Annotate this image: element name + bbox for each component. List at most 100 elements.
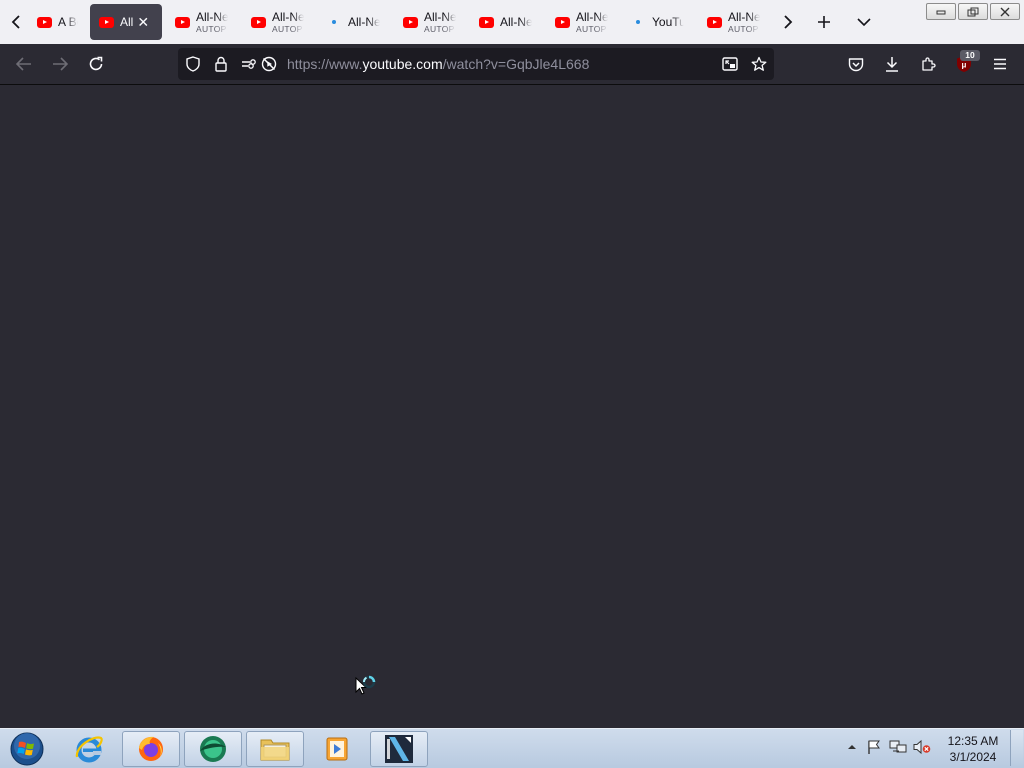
- tab-fade: [292, 4, 304, 40]
- screen: A Bea All ✕ All-NeAUTOP All-NeAUTOP All-Ne All…: [0, 0, 1024, 768]
- close-icon: [1000, 7, 1010, 16]
- close-tab-icon[interactable]: ✕: [137, 14, 149, 31]
- arrow-right-icon: [53, 57, 68, 71]
- flag-icon: [868, 740, 880, 754]
- browser-tab[interactable]: All-Ne AUTOP: [242, 4, 304, 40]
- svg-text:μ: μ: [962, 61, 967, 70]
- url-text[interactable]: https://www.youtube.com/watch?v=GqbJle4L…: [287, 48, 589, 80]
- tab-fade: [368, 4, 380, 40]
- chevron-right-icon: [784, 15, 793, 29]
- youtube-icon: [98, 14, 114, 30]
- restore-button[interactable]: [958, 3, 988, 20]
- download-icon: [886, 57, 898, 72]
- browser-tab[interactable]: All-Ne AUTOP: [546, 4, 608, 40]
- tab-fade: [596, 4, 608, 40]
- url-path: /watch?v=GqbJle4L668: [442, 56, 590, 72]
- clock-date: 3/1/2024: [949, 750, 997, 764]
- bookmark-star-icon[interactable]: [745, 48, 773, 80]
- chevron-down-icon: [857, 18, 871, 27]
- picture-in-picture-icon[interactable]: [716, 48, 744, 80]
- list-all-tabs-button[interactable]: [848, 4, 880, 40]
- puzzle-piece-icon: [922, 57, 936, 71]
- autoplay-blocked-icon[interactable]: [255, 48, 283, 80]
- browser-tab[interactable]: A Bea: [28, 4, 78, 40]
- browser-tab[interactable]: All ✕: [90, 4, 162, 40]
- taskbar-firefox[interactable]: [122, 731, 180, 767]
- hamburger-menu-icon: [994, 58, 1006, 70]
- youtube-icon: [36, 14, 52, 30]
- taskbar-file-explorer[interactable]: [246, 731, 304, 767]
- tab-list: A Bea All ✕ All-NeAUTOP All-NeAUTOP All-Ne All…: [28, 4, 772, 40]
- tab-fade: [216, 4, 228, 40]
- lock-icon[interactable]: [207, 48, 235, 80]
- minimize-icon: [936, 10, 946, 14]
- youtube-icon: [174, 14, 190, 30]
- action-center-tray[interactable]: [865, 736, 883, 758]
- arrow-left-icon: [16, 57, 31, 71]
- taskbar-clock[interactable]: 12:35 AM 3/1/2024: [940, 733, 1006, 765]
- folder-icon: [260, 739, 290, 761]
- windows-start-orb-icon: [10, 732, 44, 766]
- tracking-protection-shield-icon[interactable]: [179, 48, 207, 80]
- clock-time: 12:35 AM: [947, 734, 999, 748]
- url-prefix: https://www.: [287, 56, 363, 72]
- media-player-icon: [326, 737, 348, 761]
- youtube-icon: [478, 14, 494, 30]
- scroll-tabs-right-button[interactable]: [772, 4, 804, 40]
- restore-icon: [967, 7, 979, 16]
- page-content[interactable]: [0, 85, 1024, 728]
- taskbar-media-app[interactable]: [184, 731, 242, 767]
- media-app-icon: [200, 736, 226, 762]
- navigation-toolbar: https://www.youtube.com/watch?v=GqbJle4L…: [0, 44, 1024, 85]
- tab-fade: [444, 4, 456, 40]
- tab-title: All: [120, 15, 134, 29]
- taskbar-media-player[interactable]: [308, 731, 366, 767]
- pocket-button[interactable]: [840, 48, 872, 80]
- scroll-tabs-left-button[interactable]: [2, 4, 30, 40]
- browser-tab[interactable]: YouTu: [622, 4, 684, 40]
- browser-tab[interactable]: All-Ne AUTOP: [698, 4, 760, 40]
- tab-fade: [66, 4, 78, 40]
- minimize-button[interactable]: [926, 3, 956, 20]
- taskbar-internet-explorer[interactable]: [60, 731, 118, 767]
- url-host: youtube.com: [362, 56, 443, 72]
- chevron-left-icon: [11, 15, 20, 29]
- firefox-icon: [139, 736, 163, 761]
- youtube-icon: [554, 14, 570, 30]
- new-tab-button[interactable]: [808, 4, 840, 40]
- network-icon: [889, 740, 907, 753]
- dot-icon: [326, 14, 342, 30]
- close-window-button[interactable]: [990, 3, 1020, 20]
- browser-tab[interactable]: All-Ne AUTOP: [166, 4, 228, 40]
- extensions-button[interactable]: [912, 48, 944, 80]
- internet-explorer-icon: [75, 736, 103, 763]
- plus-icon: [818, 16, 830, 28]
- caret-up-icon: [848, 745, 856, 749]
- tab-fade: [672, 4, 684, 40]
- browser-tab[interactable]: All-Ne AUTOP: [394, 4, 456, 40]
- forward-button[interactable]: [44, 48, 76, 80]
- network-tray[interactable]: [889, 736, 907, 758]
- back-button[interactable]: [8, 48, 40, 80]
- tab-fade: [748, 4, 760, 40]
- app-menu-button[interactable]: [984, 48, 1016, 80]
- reload-button[interactable]: [80, 48, 112, 80]
- downloads-button[interactable]: [876, 48, 908, 80]
- start-button[interactable]: [0, 731, 54, 767]
- browser-tab[interactable]: All-Ne: [470, 4, 532, 40]
- tab-strip: A Bea All ✕ All-NeAUTOP All-NeAUTOP All-Ne All…: [0, 0, 1024, 44]
- extension-badge-count: 10: [960, 50, 980, 61]
- show-desktop-button[interactable]: [1010, 730, 1023, 766]
- pocket-icon: [848, 57, 864, 71]
- volume-muted-tray[interactable]: [913, 736, 931, 758]
- dot-icon: [630, 14, 646, 30]
- tab-fade: [520, 4, 532, 40]
- taskbar-video-editor[interactable]: [370, 731, 428, 767]
- browser-tab[interactable]: All-Ne: [318, 4, 380, 40]
- show-hidden-icons-button[interactable]: [843, 736, 861, 758]
- tab-text: All: [120, 16, 133, 29]
- youtube-icon: [402, 14, 418, 30]
- speaker-muted-icon: [913, 739, 931, 755]
- reload-icon: [89, 56, 103, 71]
- video-editor-icon: [385, 735, 413, 763]
